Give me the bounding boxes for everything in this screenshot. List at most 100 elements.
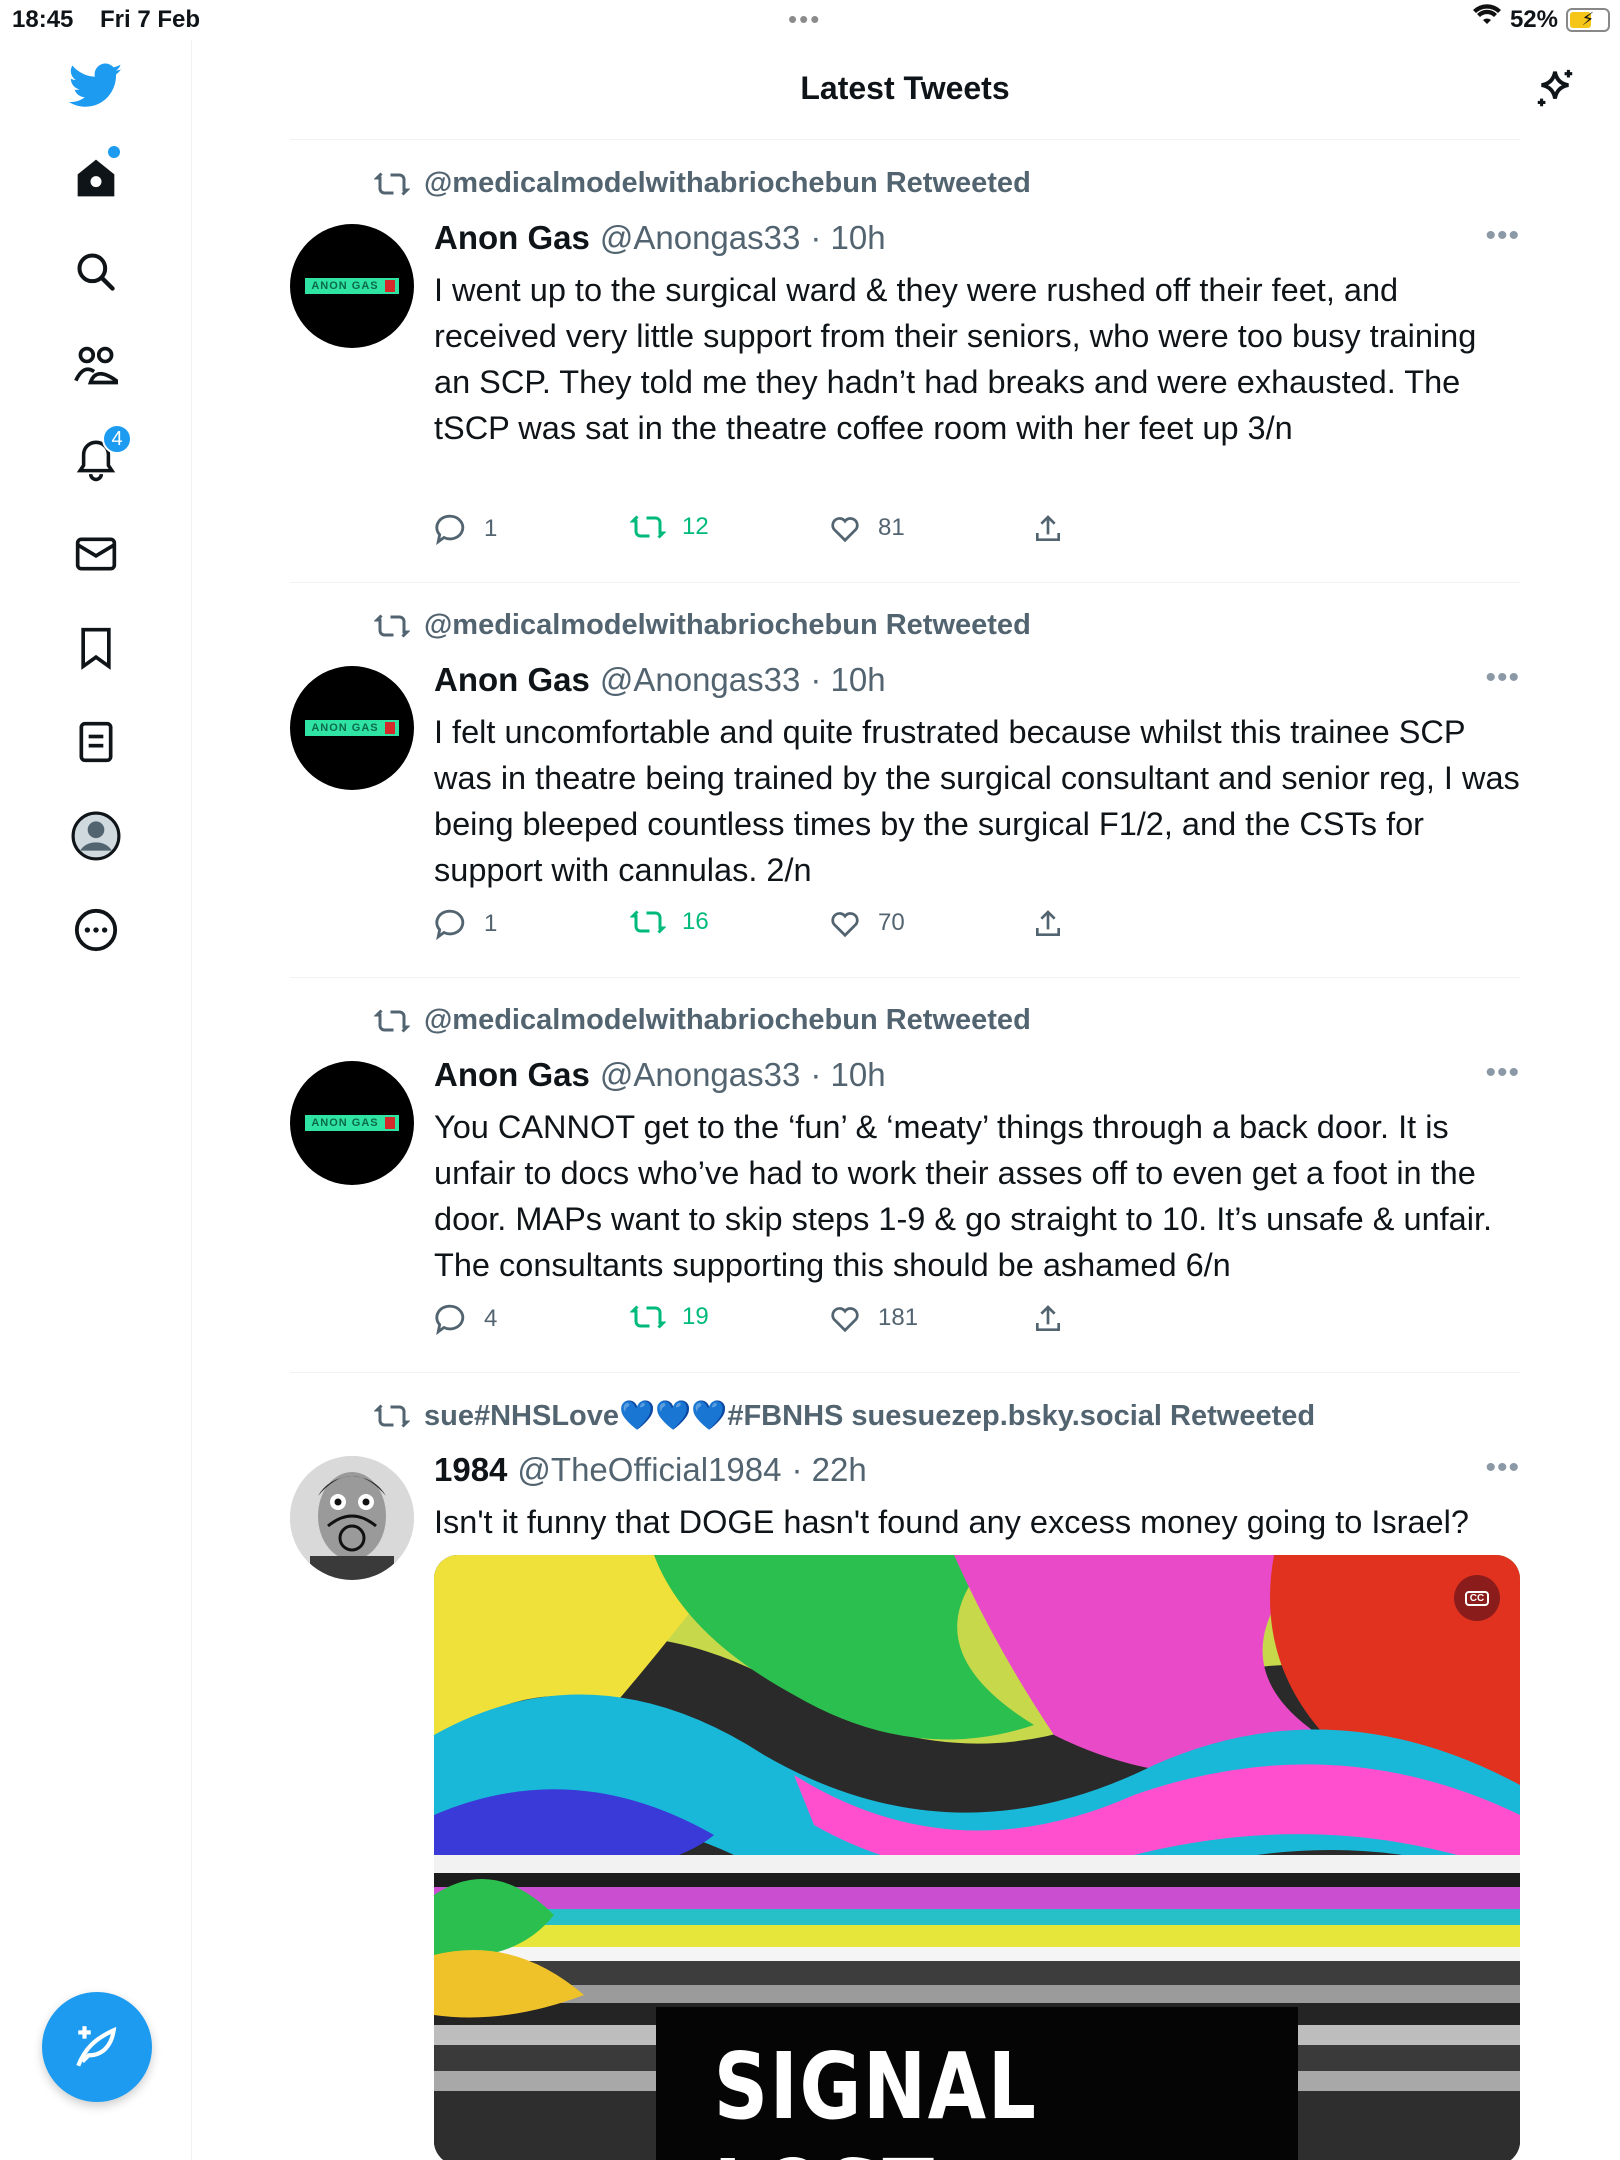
messages-icon[interactable] [50,508,142,600]
retweet-button[interactable]: 19 [630,1303,709,1331]
like-button[interactable]: 70 [828,908,905,938]
retweeted-by-label: sue#NHSLove💙💙💙#FBNHS suesuezep.bsky.soci… [424,1400,1316,1432]
more-options-icon[interactable]: ••• [1485,661,1520,695]
closed-captions-button[interactable]: CC [1454,1575,1500,1621]
bookmarks-icon[interactable] [50,602,142,694]
compose-tweet-button[interactable] [42,1992,152,2102]
battery-percent: 52% [1509,5,1558,33]
like-button[interactable]: 181 [828,1303,918,1333]
tweet-time: · 10h [810,219,886,256]
share-button[interactable] [1032,513,1064,545]
signal-lost-overlay: SIGNAL LOST [656,2007,1298,2160]
reply-count: 4 [484,1305,498,1332]
cc-icon: CC [1464,1590,1490,1606]
sparkle-timeline-toggle-icon[interactable] [1530,64,1580,114]
author-name[interactable]: Anon Gas [434,1056,590,1094]
retweet-button[interactable]: 16 [630,908,709,936]
retweet-icon [374,171,410,196]
more-options-icon[interactable]: ••• [1485,1451,1520,1485]
share-button[interactable] [1032,908,1064,940]
retweet-icon [374,1008,410,1033]
share-button[interactable] [1032,1303,1064,1335]
avatar[interactable] [290,1456,414,1580]
reply-button[interactable]: 4 [434,1303,497,1335]
notifications-badge: 4 [102,424,132,454]
notifications-bell-icon[interactable]: 4 [50,414,142,506]
reply-count: 1 [484,910,498,937]
profile-avatar-icon[interactable] [50,790,142,882]
battery-icon: ⚡ [1566,7,1610,32]
lists-icon[interactable] [50,696,142,788]
share-icon [1036,515,1060,541]
heart-icon [831,517,859,543]
retweet-count: 12 [682,513,709,540]
retweet-button[interactable]: 12 [630,513,709,541]
author-name[interactable]: Anon Gas [434,219,590,257]
like-count: 81 [878,514,905,541]
retweet-icon [630,515,666,539]
avatar-tag-text: ANON GAS [311,722,379,734]
like-button[interactable]: 81 [828,513,905,543]
author-name[interactable]: Anon Gas [434,661,590,699]
tweet-text: I went up to the surgical ward & they we… [434,272,1477,446]
tweet-actions: 4 19 181 [434,1303,1134,1343]
twitter-logo-icon[interactable] [50,40,142,132]
author-handle[interactable]: @Anongas33 [600,219,800,257]
like-count: 181 [878,1304,919,1331]
status-bar: 18:45 Fri 7 Feb ••• 52% ⚡ [0,0,1620,40]
retweet-icon [630,1305,666,1329]
retweeted-by-label: @medicalmodelwithabriochebun Retweeted [424,609,1031,641]
timeline-header: Latest Tweets [290,40,1573,140]
more-options-icon[interactable]: ••• [1485,1056,1520,1090]
tweet-time: · 10h [810,661,886,698]
communities-icon[interactable] [50,320,142,412]
reply-count: 1 [484,515,498,542]
avatar[interactable]: ANON GAS [290,1061,414,1185]
portrait-image [290,1456,414,1580]
wifi-icon [1472,4,1502,35]
tweet-video[interactable]: CC SIGNAL LOST [434,1555,1520,2160]
tweet[interactable]: @medicalmodelwithabriochebun Retweeted A… [290,583,1520,978]
reply-button[interactable]: 1 [434,513,497,545]
author-handle[interactable]: @Anongas33 [600,661,800,699]
author-name[interactable]: 1984 [434,1451,507,1489]
author-handle[interactable]: @Anongas33 [600,1056,800,1094]
signal-lost-text: SIGNAL LOST [713,2033,1038,2160]
retweet-count: 16 [682,908,709,935]
status-time: 18:45 [12,6,74,33]
sidebar: 4 [0,40,192,2160]
tweet-time: · 22h [791,1451,867,1488]
heart-icon [831,1307,859,1333]
retweeted-by-label: @medicalmodelwithabriochebun Retweeted [424,1004,1031,1036]
tweet[interactable]: @medicalmodelwithabriochebun Retweeted A… [290,978,1520,1373]
tweet-actions: 1 16 70 [434,908,1134,948]
search-icon[interactable] [50,226,142,318]
page-title: Latest Tweets [800,70,1010,106]
like-count: 70 [878,909,905,936]
tweet-actions: 1 12 81 [434,513,1134,553]
tweet[interactable]: @medicalmodelwithabriochebun Retweeted A… [290,141,1520,583]
retweet-icon [374,1404,410,1428]
home-notification-dot [108,146,120,158]
reply-icon [435,909,465,940]
share-icon [1036,1305,1060,1331]
multitasking-dots-icon[interactable]: ••• [788,4,821,35]
more-options-icon[interactable]: ••• [1485,219,1520,253]
feather-plus-icon [76,2026,117,2067]
retweet-icon [630,910,666,934]
tweet-text: I felt uncomfortable and quite frustrate… [434,714,1520,888]
tweet[interactable]: sue#NHSLove💙💙💙#FBNHS suesuezep.bsky.soci… [290,1373,1520,2160]
tweet-text: You CANNOT get to the ‘fun’ & ‘meaty’ th… [434,1109,1493,1283]
reply-icon [435,1304,465,1335]
author-handle[interactable]: @TheOfficial1984 [517,1451,781,1489]
more-options-icon[interactable] [50,884,142,976]
home-icon[interactable] [50,132,142,224]
avatar[interactable]: ANON GAS [290,666,414,790]
share-icon [1036,910,1060,936]
tweet-time: · 10h [810,1056,886,1093]
avatar[interactable]: ANON GAS [290,224,414,348]
avatar-tag-text: ANON GAS [311,1117,379,1129]
reply-button[interactable]: 1 [434,908,497,940]
status-date: Fri 7 Feb [100,6,201,33]
reply-icon [435,514,465,545]
